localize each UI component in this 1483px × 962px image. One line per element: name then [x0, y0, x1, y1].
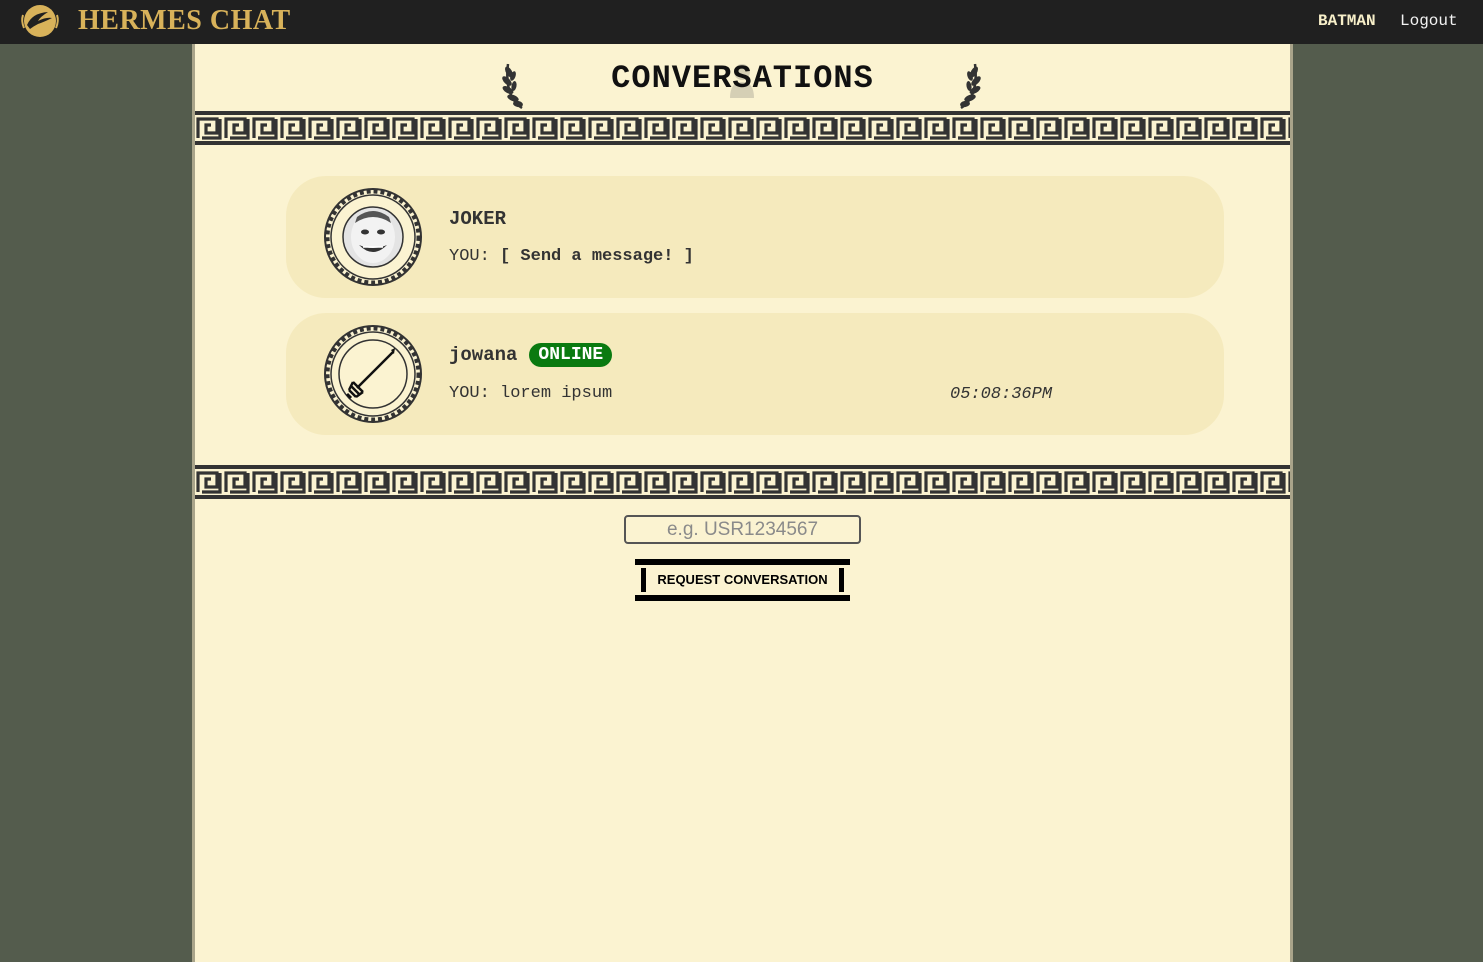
preview-text: lorem ipsum: [500, 384, 613, 403]
request-conversation-button[interactable]: REQUEST CONVERSATION: [635, 559, 850, 601]
page-title-area: CONVERSATIONS: [195, 58, 1290, 114]
conversation-name: JOKER: [449, 208, 506, 230]
user-id-input[interactable]: [624, 515, 861, 544]
conversation-name: jowana ONLINE: [449, 343, 613, 367]
trident-avatar-icon: [324, 325, 422, 423]
online-status-badge: ONLINE: [529, 343, 613, 367]
conversation-item-jowana[interactable]: jowana ONLINE YOU: lorem ipsum 05:08:36P…: [286, 313, 1224, 435]
app-title: HERMES CHAT: [78, 5, 291, 36]
greek-key-border-bottom: [195, 465, 1290, 499]
conversation-name-text: JOKER: [449, 208, 507, 230]
greek-key-border-top: [195, 111, 1290, 145]
conversation-item-joker[interactable]: JOKER YOU: [ Send a message! ]: [286, 176, 1224, 298]
conversation-preview: YOU: lorem ipsum: [449, 384, 612, 403]
brand[interactable]: HERMES CHAT: [18, 3, 291, 39]
conversation-preview: YOU: [ Send a message! ]: [449, 247, 694, 266]
preview-text: [ Send a message! ]: [500, 247, 694, 266]
conversation-name-text: jowana: [449, 344, 518, 366]
conversation-timestamp: 05:08:36PM: [950, 385, 1053, 404]
button-frame-top: [635, 559, 850, 565]
joker-face-avatar-icon: [324, 188, 422, 286]
logout-link[interactable]: Logout: [1400, 12, 1458, 30]
hermes-winged-logo-icon: [21, 5, 59, 37]
button-frame-bottom: [635, 595, 850, 601]
page-title: CONVERSATIONS: [611, 60, 874, 97]
preview-prefix: YOU:: [449, 384, 490, 403]
preview-prefix: YOU:: [449, 247, 490, 266]
request-conversation-label: REQUEST CONVERSATION: [657, 572, 828, 587]
top-navbar: HERMES CHAT BATMAN Logout: [0, 0, 1483, 44]
laurel-right-icon: [960, 63, 981, 110]
main-panel: CONVERSATIONS JOKER YOU: [Send a messag…: [192, 44, 1293, 962]
current-username: BATMAN: [1318, 12, 1376, 30]
